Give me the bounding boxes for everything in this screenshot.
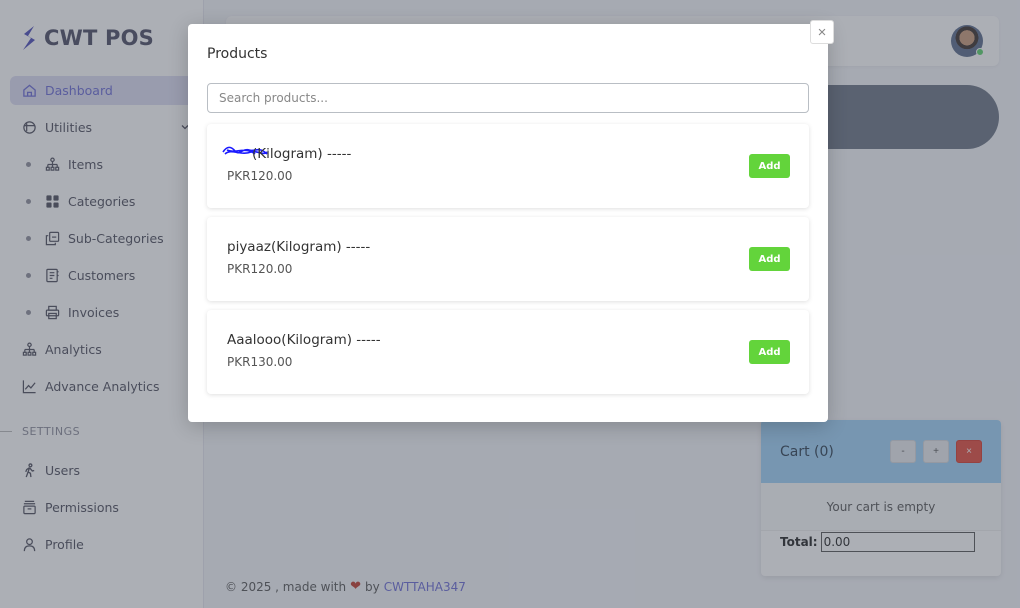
products-modal: Products × (Kilogram) ----- PKR120.00 Ad… <box>188 20 834 422</box>
product-price: PKR130.00 <box>227 355 293 369</box>
product-price: PKR120.00 <box>227 262 293 276</box>
search-input[interactable] <box>207 83 809 113</box>
close-button[interactable]: × <box>810 20 834 44</box>
product-name: Aaalooo(Kilogram) ----- <box>227 332 381 348</box>
add-product-button[interactable]: Add <box>749 247 790 271</box>
product-card: Aaalooo(Kilogram) ----- PKR130.00 Add <box>207 310 809 394</box>
product-name: piyaaz(Kilogram) ----- <box>227 239 371 255</box>
product-list: (Kilogram) ----- PKR120.00 Add piyaaz(Ki… <box>207 124 809 403</box>
product-card: (Kilogram) ----- PKR120.00 Add <box>207 124 809 208</box>
product-price: PKR120.00 <box>227 169 293 183</box>
add-product-button[interactable]: Add <box>749 340 790 364</box>
product-name: (Kilogram) ----- <box>252 146 352 162</box>
modal-title: Products <box>207 46 268 62</box>
close-icon: × <box>817 23 827 41</box>
add-product-button[interactable]: Add <box>749 154 790 178</box>
product-card: piyaaz(Kilogram) ----- PKR120.00 Add <box>207 217 809 301</box>
